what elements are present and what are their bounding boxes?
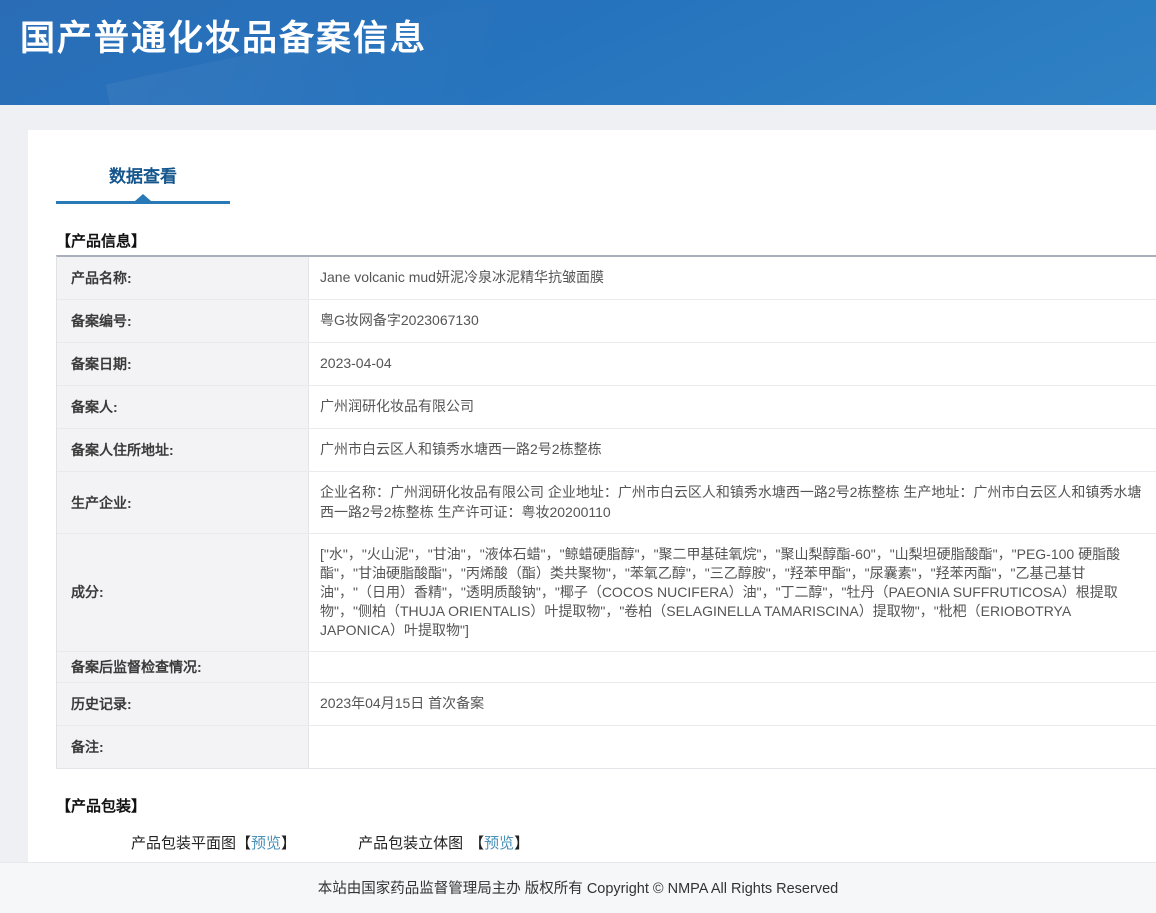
row-value xyxy=(309,652,1156,682)
table-row-registration-date: 备案日期: 2023-04-04 xyxy=(57,343,1156,386)
bracket-open: 【 xyxy=(469,832,484,853)
bracket-close: 】 xyxy=(514,832,529,853)
table-row-registrant-address: 备案人住所地址: 广州市白云区人和镇秀水塘西一路2号2栋整栋 xyxy=(57,429,1156,472)
packaging-flat-item: 产品包装平面图 【 预览 】 xyxy=(131,832,296,853)
table-row-manufacturer: 生产企业: 企业名称：广州润研化妆品有限公司 企业地址：广州市白云区人和镇秀水塘… xyxy=(57,472,1156,534)
packaging-stereo-item: 产品包装立体图 【 预览 】 xyxy=(358,832,529,853)
row-value: Jane volcanic mud妍泥冷泉冰泥精华抗皱面膜 xyxy=(309,257,1156,299)
table-row-supervision: 备案后监督检查情况: xyxy=(57,652,1156,683)
packaging-stereo-preview-link[interactable]: 预览 xyxy=(484,832,514,853)
row-label: 备案人住所地址: xyxy=(57,429,309,471)
table-row-history: 历史记录: 2023年04月15日 首次备案 xyxy=(57,683,1156,726)
row-label: 备案人: xyxy=(57,386,309,428)
row-value: 广州润研化妆品有限公司 xyxy=(309,386,1156,428)
tab-arrow-up-icon xyxy=(135,194,151,201)
bracket-close: 】 xyxy=(281,832,296,853)
product-info-heading: 【产品信息】 xyxy=(56,230,1156,251)
row-value: 2023-04-04 xyxy=(309,343,1156,385)
tab-active-underline xyxy=(56,201,230,204)
row-value: 企业名称：广州润研化妆品有限公司 企业地址：广州市白云区人和镇秀水塘西一路2号2… xyxy=(309,472,1156,533)
row-label: 成分: xyxy=(57,534,309,650)
tab-bar: 数据查看 xyxy=(28,130,1156,204)
row-label: 生产企业: xyxy=(57,472,309,533)
row-label: 备注: xyxy=(57,726,309,768)
row-label: 备案日期: xyxy=(57,343,309,385)
table-row-ingredients: 成分: ["水"，"火山泥"，"甘油"，"液体石蜡"，"鲸蜡硬脂醇"，"聚二甲基… xyxy=(57,534,1156,651)
row-value: 2023年04月15日 首次备案 xyxy=(309,683,1156,725)
packaging-stereo-label: 产品包装立体图 xyxy=(358,832,463,853)
row-label: 历史记录: xyxy=(57,683,309,725)
row-value xyxy=(309,726,1156,768)
content-card: 数据查看 【产品信息】 产品名称: Jane volcanic mud妍泥冷泉冰… xyxy=(28,130,1156,862)
table-row-registration-number: 备案编号: 粤G妆网备字2023067130 xyxy=(57,300,1156,343)
packaging-previews: 产品包装平面图 【 预览 】 产品包装立体图 【 预览 】 xyxy=(131,832,1156,853)
product-info-table: 产品名称: Jane volcanic mud妍泥冷泉冰泥精华抗皱面膜 备案编号… xyxy=(56,255,1156,769)
page-title: 国产普通化妆品备案信息 xyxy=(0,0,1156,61)
header-banner: 国产普通化妆品备案信息 xyxy=(0,0,1156,105)
packaging-flat-preview-link[interactable]: 预览 xyxy=(251,832,281,853)
row-value: 广州市白云区人和镇秀水塘西一路2号2栋整栋 xyxy=(309,429,1156,471)
packaging-flat-label: 产品包装平面图 xyxy=(131,832,236,853)
table-row-remarks: 备注: xyxy=(57,726,1156,768)
row-label: 产品名称: xyxy=(57,257,309,299)
packaging-heading: 【产品包装】 xyxy=(56,795,1156,816)
table-row-product-name: 产品名称: Jane volcanic mud妍泥冷泉冰泥精华抗皱面膜 xyxy=(57,257,1156,300)
row-label: 备案编号: xyxy=(57,300,309,342)
row-value: 粤G妆网备字2023067130 xyxy=(309,300,1156,342)
bracket-open: 【 xyxy=(236,832,251,853)
row-label: 备案后监督检查情况: xyxy=(57,652,309,682)
row-value: ["水"，"火山泥"，"甘油"，"液体石蜡"，"鲸蜡硬脂醇"，"聚二甲基硅氧烷"… xyxy=(309,534,1156,650)
table-row-registrant: 备案人: 广州润研化妆品有限公司 xyxy=(57,386,1156,429)
page-footer: 本站由国家药品监督管理局主办 版权所有 Copyright © NMPA All… xyxy=(0,862,1156,913)
